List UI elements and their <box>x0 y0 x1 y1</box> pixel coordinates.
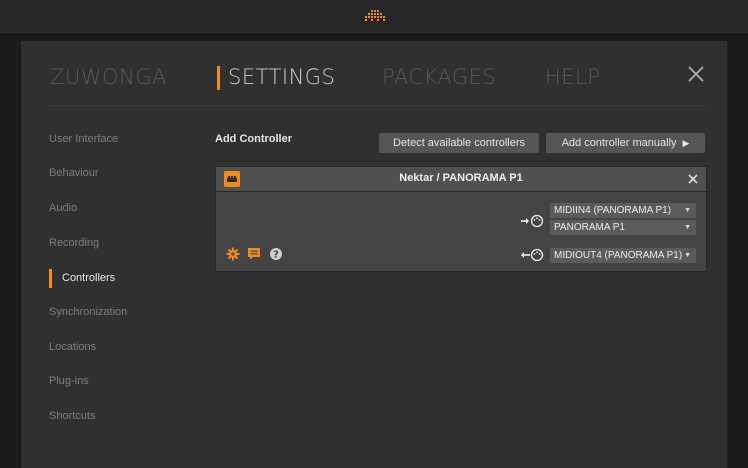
add-controller-manually-button[interactable]: Add controller manually ▶ <box>546 133 705 153</box>
sidebar-item-audio[interactable]: Audio <box>49 202 77 214</box>
help-icon[interactable]: ? <box>269 247 283 261</box>
tab-settings[interactable]: SETTINGS <box>216 65 335 90</box>
chevron-down-icon: ▼ <box>684 207 691 214</box>
add-controller-manually-label: Add controller manually <box>561 137 677 149</box>
comment-icon[interactable] <box>247 247 261 261</box>
midi-output-select[interactable]: MIDIOUT4 (PANORAMA P1) ▼ <box>550 248 696 263</box>
midi-input-value: MIDIIN4 (PANORAMA P1) <box>554 205 672 216</box>
sidebar-item-recording[interactable]: Recording <box>49 237 99 249</box>
midi-in-icon <box>521 214 544 228</box>
chevron-down-icon: ▼ <box>684 252 691 259</box>
detect-controllers-label: Detect available controllers <box>392 137 526 149</box>
remove-controller-icon[interactable] <box>687 173 699 185</box>
tab-packages[interactable]: PACKAGES <box>382 65 496 89</box>
close-icon[interactable] <box>685 63 707 85</box>
detect-controllers-button[interactable]: Detect available controllers <box>379 133 539 153</box>
tab-zuwonga[interactable]: ZUWONGA <box>50 65 167 89</box>
sidebar-item-user-interface[interactable]: User Interface <box>49 133 118 145</box>
sidebar-item-behaviour[interactable]: Behaviour <box>49 167 99 179</box>
settings-dialog: ZUWONGA SETTINGS PACKAGES HELP User Inte… <box>21 41 727 468</box>
svg-text:?: ? <box>273 250 279 261</box>
section-title: Add Controller <box>215 133 292 145</box>
sidebar-item-shortcuts[interactable]: Shortcuts <box>49 410 95 422</box>
sidebar-item-plug-ins[interactable]: Plug-ins <box>49 375 89 387</box>
chevron-down-icon: ▼ <box>684 224 691 231</box>
controller-panel: Nektar / PANORAMA P1 MIDIIN4 (PANORAMA P… <box>215 166 707 272</box>
tab-help[interactable]: HELP <box>545 65 600 89</box>
play-arrow-icon: ▶ <box>682 138 690 148</box>
header-divider <box>48 105 707 106</box>
midi-input-2-select[interactable]: PANORAMA P1 ▼ <box>550 220 696 235</box>
controller-title: Nektar / PANORAMA P1 <box>399 172 523 184</box>
sidebar-item-controllers[interactable]: Controllers <box>48 269 115 288</box>
midi-output-value: MIDIOUT4 (PANORAMA P1) <box>554 250 683 261</box>
midi-out-icon <box>521 248 544 262</box>
settings-icon[interactable] <box>226 247 240 261</box>
top-bar <box>0 0 748 35</box>
midi-input-2-value: PANORAMA P1 <box>554 222 625 233</box>
sidebar-item-synchronization[interactable]: Synchronization <box>49 306 127 318</box>
controller-header: Nektar / PANORAMA P1 <box>216 167 706 192</box>
midi-input-select[interactable]: MIDIIN4 (PANORAMA P1) ▼ <box>550 203 696 218</box>
sidebar-item-locations[interactable]: Locations <box>49 341 96 353</box>
app-logo-icon[interactable] <box>362 10 388 24</box>
